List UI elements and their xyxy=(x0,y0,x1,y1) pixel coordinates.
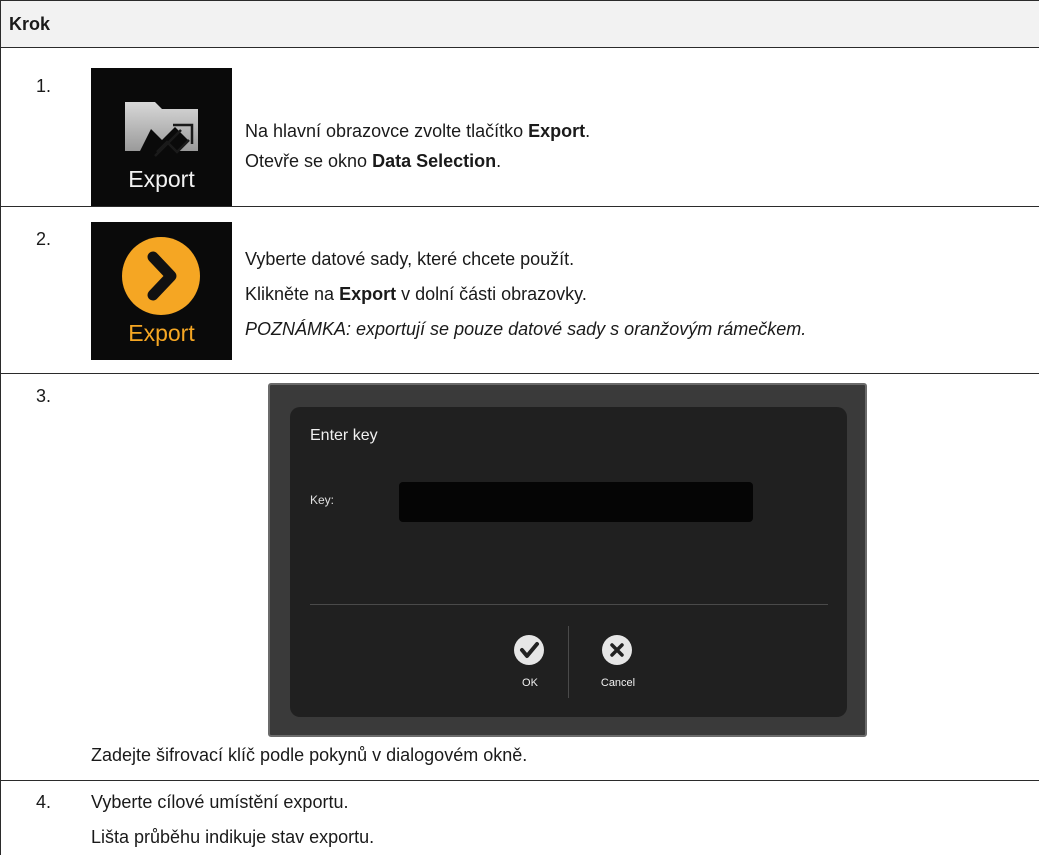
cancel-label: Cancel xyxy=(600,677,636,689)
dialog-title: Enter key xyxy=(310,427,378,444)
checkmark-icon xyxy=(514,635,544,665)
export-button-image: Export xyxy=(91,68,232,206)
step-number: 3. xyxy=(36,386,52,406)
step-1-line-2: Otevře se okno Data Selection. xyxy=(245,151,502,171)
ok-button[interactable]: OK xyxy=(500,635,560,695)
key-input[interactable] xyxy=(399,482,753,522)
button-divider xyxy=(568,626,569,698)
step-2-note: POZNÁMKA: exportují se pouze datové sady… xyxy=(245,319,807,339)
close-icon xyxy=(602,635,632,665)
export-confirm-button-image: Export xyxy=(91,222,232,360)
step-2-line-2: Klikněte na Export v dolní části obrazov… xyxy=(245,284,587,304)
dialog-divider xyxy=(310,604,828,605)
ok-label: OK xyxy=(522,677,538,689)
step-4-line-1: Vyberte cílové umístění exportu. xyxy=(91,792,349,812)
header-title: Krok xyxy=(9,14,51,34)
step-number: 2. xyxy=(36,229,52,249)
export-icon-label: Export xyxy=(128,166,195,192)
step-row-1: 1. Export Na hlavní obrazovce zvolte tla… xyxy=(1,48,1039,207)
step-number: 4. xyxy=(36,792,52,812)
export-icon-label: Export xyxy=(128,320,195,346)
step-3-caption: Zadejte šifrovací klíč podle pokynů v di… xyxy=(91,745,528,765)
step-row-2: 2. Export Vyberte datové sady, které chc… xyxy=(1,207,1039,374)
key-label: Key: xyxy=(310,493,335,507)
step-1-line-1: Na hlavní obrazovce zvolte tlačítko Expo… xyxy=(245,121,591,141)
cancel-button[interactable]: Cancel xyxy=(588,635,648,695)
table-header: Krok xyxy=(1,1,1039,48)
dialog-panel: Enter key Key: OK Cancel xyxy=(290,407,847,717)
step-row-4: 4. Vyberte cílové umístění exportu. Lišt… xyxy=(1,781,1039,856)
step-4-line-2: Lišta průběhu indikuje stav exportu. xyxy=(91,827,375,847)
step-2-line-1: Vyberte datové sady, které chcete použít… xyxy=(245,249,575,269)
enter-key-dialog: Enter key Key: OK Cancel xyxy=(268,383,867,737)
step-number: 1. xyxy=(36,76,52,96)
